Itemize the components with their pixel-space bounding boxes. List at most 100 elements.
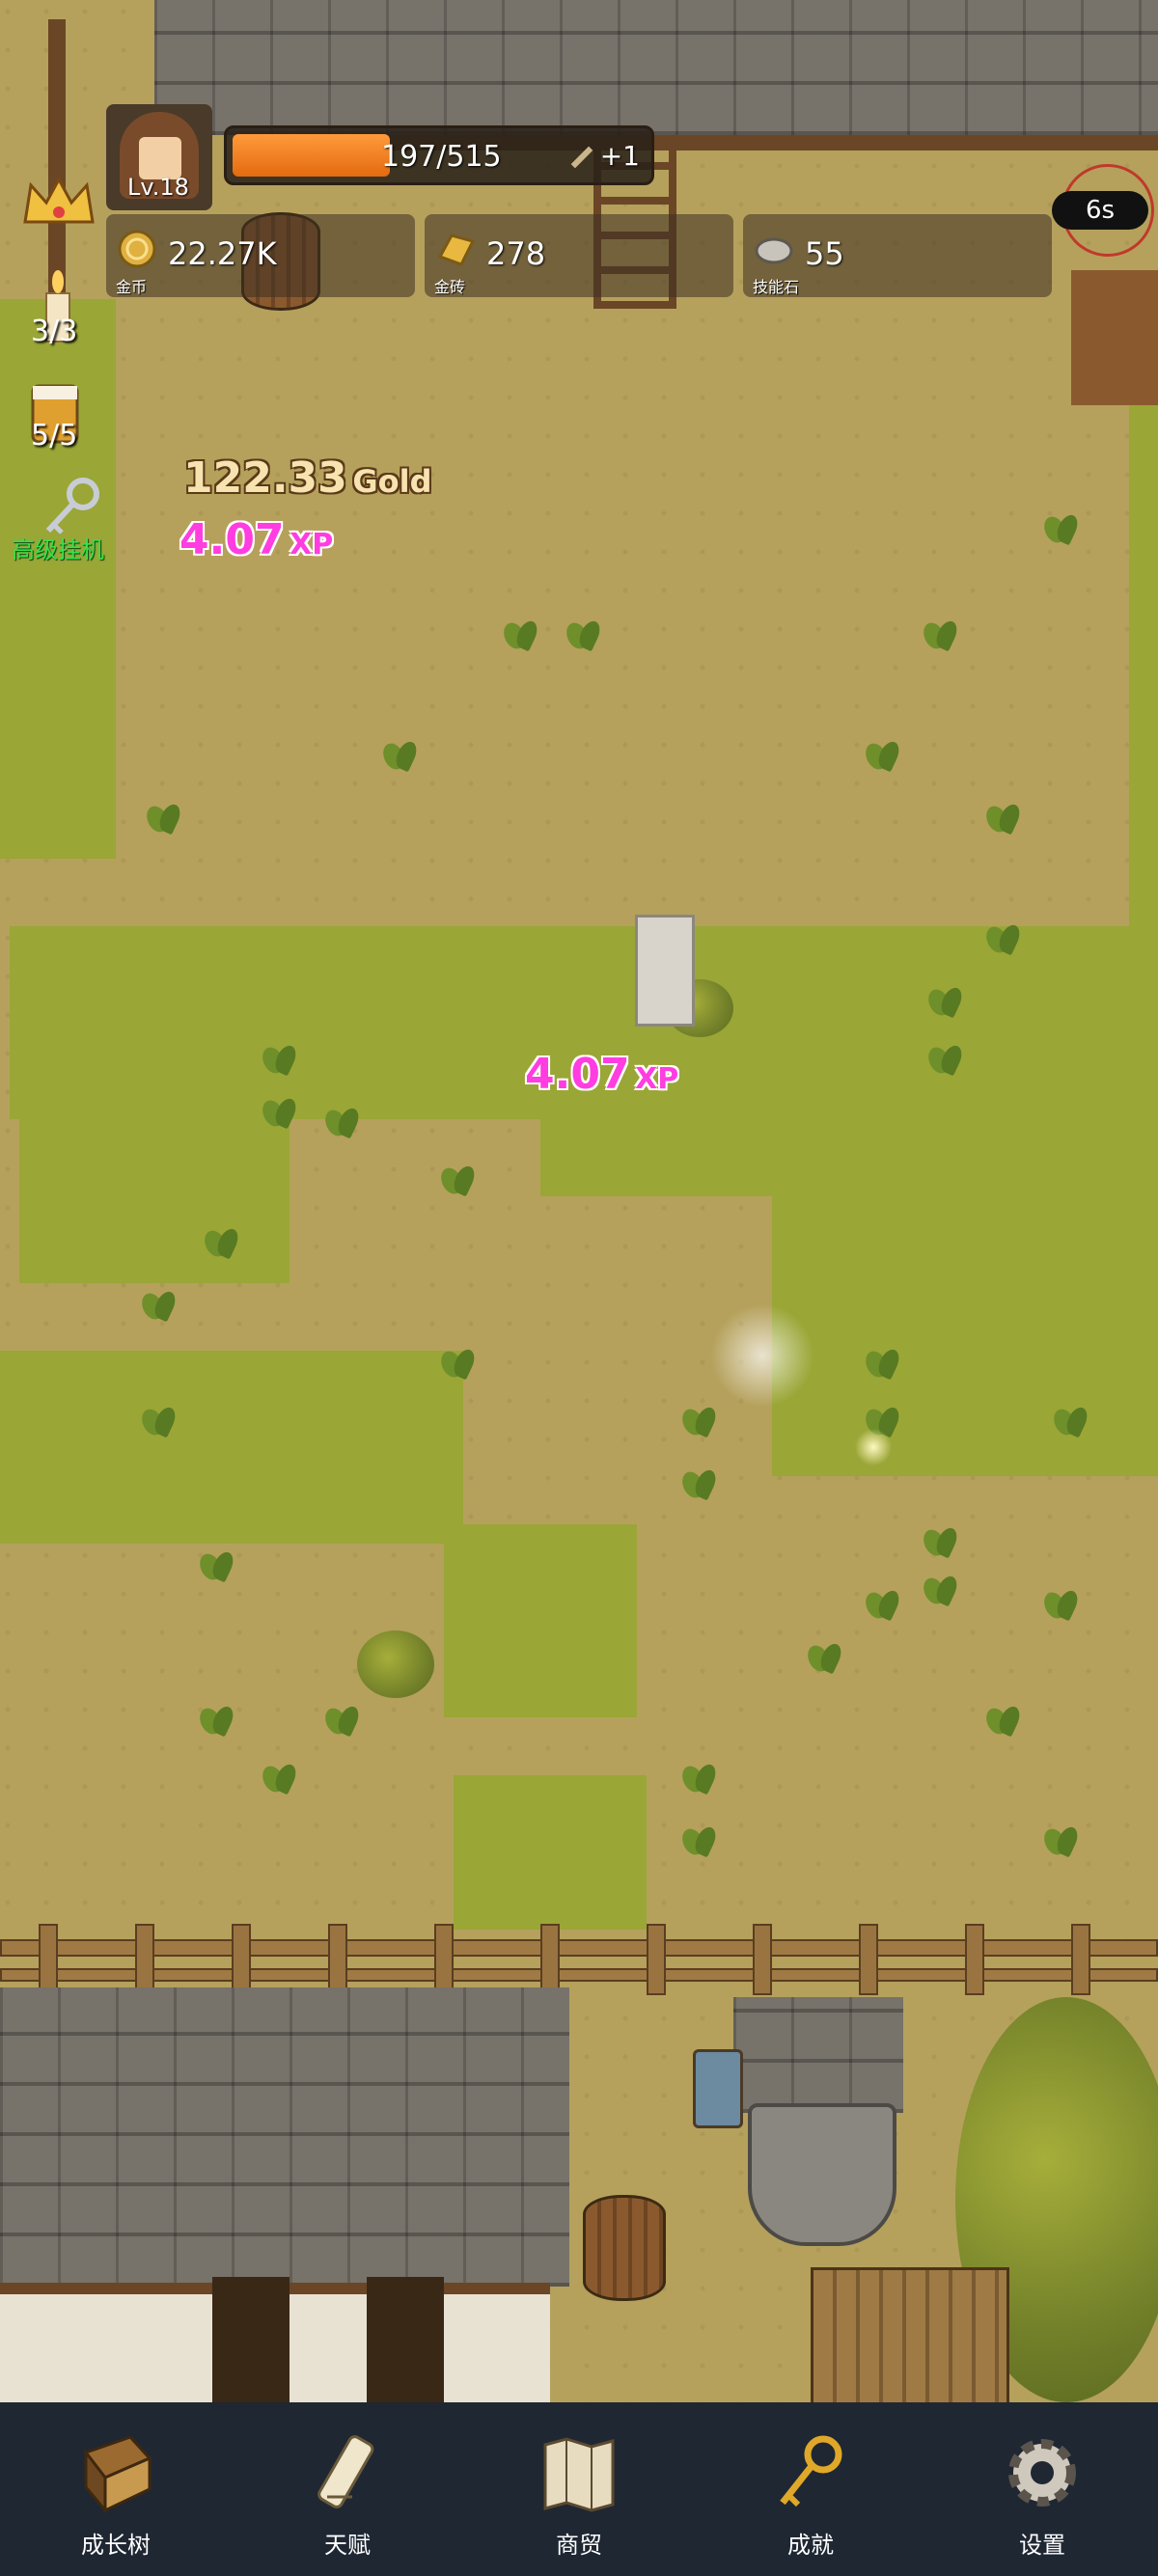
crop-plant bbox=[434, 1158, 482, 1206]
crop-plant bbox=[922, 1037, 970, 1085]
crown-icon[interactable] bbox=[21, 174, 96, 230]
bottom-house-door bbox=[212, 2277, 290, 2402]
fence-rail bbox=[0, 1939, 1158, 1957]
crop-plant bbox=[676, 1819, 724, 1867]
fence-post bbox=[965, 1924, 984, 1995]
bottom-house-door bbox=[367, 2277, 444, 2402]
candle-count: 3/3 bbox=[31, 315, 78, 348]
crop-plant bbox=[917, 613, 965, 661]
crop-plant bbox=[922, 979, 970, 1028]
skill-stone-icon bbox=[755, 237, 793, 264]
gold-coin-icon bbox=[118, 230, 156, 268]
crop-plant bbox=[256, 1037, 304, 1085]
nav-talent[interactable]: 天赋 bbox=[261, 2402, 434, 2576]
fence-post bbox=[540, 1924, 560, 1995]
resource-gold-label: 金币 bbox=[116, 278, 148, 296]
grass-patch bbox=[540, 1110, 772, 1196]
top-house-roof bbox=[154, 0, 1158, 135]
crop-plant bbox=[140, 796, 188, 844]
fence-rail bbox=[0, 1968, 1158, 1982]
crop-plant bbox=[917, 1520, 965, 1568]
crop-plant bbox=[1037, 507, 1086, 555]
crop-plant bbox=[979, 1698, 1028, 1746]
fence-post bbox=[753, 1924, 772, 1995]
boost-timer: 6s bbox=[1052, 191, 1148, 230]
fence-post bbox=[859, 1924, 878, 1995]
resource-stone-value: 55 bbox=[805, 235, 844, 272]
fence-post bbox=[39, 1924, 58, 1995]
growth-book-icon bbox=[83, 2435, 152, 2515]
xp-bar-fill bbox=[233, 134, 390, 177]
crop-plant bbox=[256, 1756, 304, 1804]
fence-post bbox=[434, 1924, 454, 1995]
crop-plant bbox=[801, 1635, 849, 1684]
nav-label: 商贸 bbox=[556, 2532, 602, 2559]
xp-bonus: +1 bbox=[569, 140, 640, 172]
auto-idle-label[interactable]: 高级挂机 bbox=[12, 531, 104, 564]
resource-brick-value: 278 bbox=[486, 235, 546, 272]
crop-plant bbox=[859, 1582, 907, 1631]
sparkle-effect bbox=[695, 1302, 830, 1409]
crop-plant bbox=[979, 796, 1028, 844]
nav-label: 成长树 bbox=[81, 2532, 151, 2559]
floating-xp-unit: XP bbox=[635, 1062, 679, 1096]
nav-settings[interactable]: 设置 bbox=[955, 2402, 1129, 2576]
crop-plant bbox=[135, 1399, 183, 1447]
grass-patch bbox=[772, 1110, 1158, 1476]
floating-gold-unit: Gold bbox=[352, 463, 432, 500]
floating-gold-value: 122.33 bbox=[183, 453, 347, 503]
bottom-nav: 成长树 天赋 商贸 成就 设置 bbox=[0, 2402, 1158, 2576]
resource-brick-label: 金砖 bbox=[434, 278, 466, 296]
grass-patch bbox=[0, 1351, 463, 1544]
crop-plant bbox=[1037, 1819, 1086, 1867]
xp-bar: 197/515 +1 bbox=[224, 125, 654, 185]
crop-plant bbox=[318, 1698, 367, 1746]
resource-stone[interactable]: 55 技能石 bbox=[743, 214, 1052, 297]
talent-scroll-icon bbox=[317, 2435, 374, 2508]
crop-plant bbox=[256, 1090, 304, 1138]
sparkle-star bbox=[849, 1428, 897, 1466]
mug-count: 5/5 bbox=[31, 419, 78, 452]
crop-plant bbox=[676, 1462, 724, 1510]
cart bbox=[811, 2267, 1009, 2402]
fence-post bbox=[135, 1924, 154, 1995]
xp-text: 197/515 bbox=[381, 140, 502, 174]
left-post bbox=[48, 19, 66, 309]
nav-label: 成就 bbox=[787, 2532, 834, 2559]
gold-brick-icon bbox=[437, 233, 476, 266]
barrel bbox=[583, 2195, 666, 2301]
crop-plant bbox=[859, 733, 907, 781]
grass-patch bbox=[19, 1110, 290, 1283]
nav-achievement[interactable]: 成就 bbox=[724, 2402, 897, 2576]
resource-stone-label: 技能石 bbox=[753, 278, 800, 296]
nav-label: 设置 bbox=[1019, 2532, 1065, 2559]
crop-plant bbox=[979, 917, 1028, 965]
stone-pillar[interactable] bbox=[635, 915, 695, 1027]
crop-plant bbox=[434, 1341, 482, 1389]
crop-plant bbox=[193, 1544, 241, 1592]
resource-gold[interactable]: 22.27K 金币 bbox=[106, 214, 415, 297]
floating-xp-value: 4.07 bbox=[525, 1050, 630, 1099]
crop-plant bbox=[318, 1100, 367, 1148]
crop-plant bbox=[1037, 1582, 1086, 1631]
nav-growth-tree[interactable]: 成长树 bbox=[29, 2402, 203, 2576]
crop-plant bbox=[859, 1341, 907, 1389]
grass-patch bbox=[1129, 386, 1158, 926]
crop-plant bbox=[135, 1283, 183, 1331]
resource-brick[interactable]: 278 金砖 bbox=[425, 214, 733, 297]
settings-gear-icon bbox=[1008, 2439, 1076, 2507]
well-base bbox=[748, 2103, 896, 2246]
bucket bbox=[693, 2049, 743, 2128]
xp-bonus-value: +1 bbox=[599, 140, 640, 172]
floating-xp-value: 4.07 bbox=[179, 515, 285, 564]
game-world[interactable] bbox=[0, 0, 1158, 2402]
floating-xp: 4.07 XP bbox=[525, 1050, 678, 1099]
trade-map-icon bbox=[543, 2437, 615, 2512]
player-level: Lv.18 bbox=[127, 174, 189, 201]
floating-xp: 4.07 XP bbox=[179, 515, 333, 564]
fence-post bbox=[232, 1924, 251, 1995]
fence-post bbox=[647, 1924, 666, 1995]
floating-xp-unit: XP bbox=[290, 528, 334, 562]
cabbage bbox=[357, 1631, 434, 1698]
nav-trade[interactable]: 商贸 bbox=[492, 2402, 666, 2576]
